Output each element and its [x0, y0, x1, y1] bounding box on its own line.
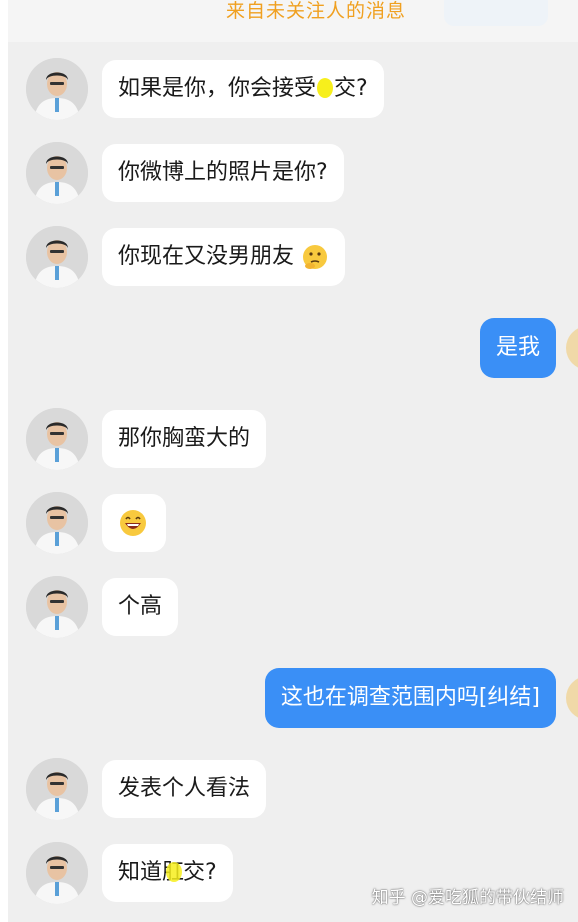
thinking-face-icon — [303, 245, 328, 269]
sender-avatar[interactable] — [26, 576, 88, 638]
sender-avatar[interactable] — [26, 842, 88, 904]
incoming-message-bubble[interactable]: 个高 — [102, 578, 179, 636]
header-title: 来自未关注人的消息 — [226, 0, 407, 22]
message-text: 那你胸蛮大的 — [118, 426, 251, 451]
chat-screen: 来自未关注人的消息 如果是你，你会接受 交? 你微博上的照片是你? 你现在又没男… — [8, 0, 578, 922]
sender-avatar[interactable] — [26, 142, 88, 204]
censor-mark — [317, 78, 334, 98]
sender-avatar[interactable] — [26, 758, 88, 820]
message-text: 你现在又没男朋友 — [118, 244, 295, 269]
person-avatar-icon — [26, 842, 88, 904]
header-action-button[interactable] — [444, 0, 548, 26]
message-text: 你微博上的照片是你? — [118, 160, 328, 185]
incoming-message-bubble[interactable]: 那你胸蛮大的 — [102, 410, 267, 468]
incoming-message-bubble[interactable]: 知道肛交? — [102, 844, 233, 902]
person-avatar-icon — [26, 58, 88, 120]
incoming-message-bubble[interactable]: 如果是你，你会接受 交? — [102, 60, 384, 118]
message-text: 交? — [334, 76, 368, 101]
message-text: 这也在调查范围内吗[纠结] — [280, 685, 540, 710]
message-text: 如果是你，你会接受 — [118, 76, 317, 101]
person-avatar-icon — [26, 226, 88, 288]
person-avatar-icon — [26, 758, 88, 820]
sender-avatar[interactable] — [26, 492, 88, 554]
message-text: 交? — [183, 860, 217, 885]
outgoing-message-bubble[interactable]: 是我 — [479, 318, 556, 378]
message-text: 是我 — [495, 335, 540, 360]
stranger-message-header: 来自未关注人的消息 — [8, 0, 578, 42]
sender-avatar[interactable] — [26, 58, 88, 120]
incoming-message-bubble[interactable]: 发表个人看法 — [102, 760, 267, 818]
laughing-face-icon — [120, 510, 146, 536]
person-avatar-icon — [26, 142, 88, 204]
person-avatar-icon — [26, 408, 88, 470]
my-avatar[interactable] — [566, 326, 578, 370]
message-text: 发表个人看法 — [118, 776, 251, 801]
person-avatar-icon — [26, 492, 88, 554]
incoming-message-bubble[interactable] — [102, 494, 166, 552]
zhihu-watermark: 知乎 @爱吃狐的带伙结师 — [371, 888, 564, 908]
incoming-message-bubble[interactable]: 你微博上的照片是你? — [102, 144, 344, 202]
censor-mark — [166, 862, 183, 882]
outgoing-message-bubble[interactable]: 这也在调查范围内吗[纠结] — [264, 668, 556, 728]
my-avatar[interactable] — [566, 676, 578, 720]
sender-avatar[interactable] — [26, 408, 88, 470]
person-avatar-icon — [26, 576, 88, 638]
message-text: 个高 — [118, 594, 163, 619]
sender-avatar[interactable] — [26, 226, 88, 288]
incoming-message-bubble[interactable]: 你现在又没男朋友 — [102, 228, 346, 286]
